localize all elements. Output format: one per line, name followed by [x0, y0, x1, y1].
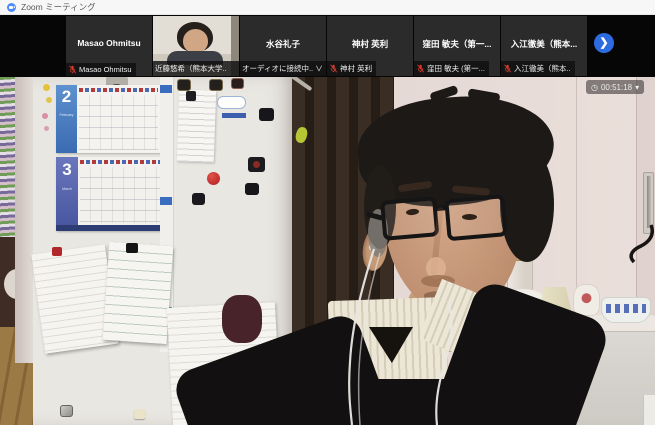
clock-icon: ◷: [591, 83, 598, 92]
calendar-footer: [56, 225, 162, 231]
white-tape-label: [217, 96, 246, 109]
eye-right: [462, 214, 477, 220]
participant-name: 神村 英利: [327, 38, 413, 50]
participant-label: 窪田 敏夫 (第一...: [414, 61, 489, 76]
title-bar: Zoom ミーティング: [0, 0, 655, 15]
red-round-magnet: [207, 172, 220, 185]
participant-tile-mizutani[interactable]: 水谷礼子 オーディオに接続中.. ∨: [240, 16, 326, 76]
calendar-month-name: February: [56, 113, 77, 117]
timer-value: 00:51:18: [601, 83, 632, 92]
main-speaker-video[interactable]: 2 February 3 March: [0, 77, 655, 425]
paper-magnet-red: [52, 247, 62, 256]
participant-tile-kamimura[interactable]: 神村 英利 神村 英利: [327, 16, 413, 76]
square-magnet: [245, 183, 259, 195]
round-magnet: [44, 126, 49, 131]
jacket-bottom: [238, 407, 568, 425]
blue-tab: [160, 197, 172, 205]
square-magnet: [177, 79, 191, 91]
calendar-grid: [79, 95, 158, 150]
muted-mic-icon: [68, 65, 77, 74]
calendar-month-number: 2: [56, 85, 77, 109]
participant-label: 近藤悠希（熊本大学..: [153, 61, 239, 76]
square-magnet: [259, 108, 274, 121]
window-title: Zoom ミーティング: [21, 1, 96, 13]
hanging-fabric: [0, 77, 16, 243]
white-door-sliver: [643, 395, 655, 425]
calendar-month-band: 3 March: [56, 157, 78, 231]
participant-filmstrip: Masao Ohmitsu Masao Ohmitsu 近藤悠希（熊本大学.. …: [0, 15, 655, 77]
muted-mic-icon: [503, 64, 512, 73]
participant-label-text: 近藤悠希（熊本大学..: [155, 63, 227, 74]
magnet-red-center: [253, 161, 260, 168]
participant-tile-kubota[interactable]: 窪田 敏夫（第一... 窪田 敏夫 (第一...: [414, 16, 500, 76]
meeting-timer-badge[interactable]: ◷ 00:51:18 ▾: [586, 80, 644, 94]
cream-magnet: [134, 409, 145, 419]
round-magnet: [43, 84, 50, 91]
calendar-month-number: 3: [56, 157, 78, 183]
calendar-grid: [80, 167, 160, 223]
door-handle: [647, 176, 651, 228]
calendar-weekday-row: [79, 88, 158, 92]
muted-mic-icon: [416, 64, 425, 73]
calendar-february: 2 February: [56, 85, 160, 153]
participant-label: 神村 英利: [327, 61, 376, 76]
list-paper: [177, 89, 216, 162]
square-magnet: [192, 193, 205, 205]
metal-magnet: [60, 405, 73, 417]
next-participants-button[interactable]: ❯: [594, 33, 614, 53]
participant-name: Masao Ohmitsu: [66, 38, 152, 48]
muted-mic-icon: [329, 64, 338, 73]
round-magnet: [46, 97, 52, 103]
pinned-paper: [103, 242, 174, 344]
participant-label: オーディオに接続中.. ∨: [240, 61, 326, 76]
paper-magnet-black: [126, 243, 138, 253]
board-side-edge: [15, 77, 35, 363]
square-magnet: [209, 79, 223, 91]
blue-label-strip: [222, 113, 246, 118]
participant-label-text: 入江徹美（熊本..: [514, 63, 571, 74]
maroon-chair: [222, 295, 262, 343]
calendar-month-band: 2 February: [56, 85, 77, 153]
audio-connecting-text: オーディオに接続中.. ∨: [242, 63, 323, 74]
participant-tile-masao-ohmitsu[interactable]: Masao Ohmitsu Masao Ohmitsu: [66, 16, 152, 76]
calendar-march: 3 March: [56, 157, 162, 231]
participant-tile-irie[interactable]: 入江徹美（熊本... 入江徹美（熊本..: [501, 16, 587, 76]
participant-tile-video[interactable]: 近藤悠希（熊本大学..: [153, 16, 239, 76]
participant-name: 水谷礼子: [240, 38, 326, 50]
participant-name: 入江徹美（熊本...: [501, 38, 587, 50]
timer-caret-icon[interactable]: ▾: [635, 83, 639, 92]
participant-label: 入江徹美（熊本..: [501, 61, 575, 76]
zoom-meeting-window: Zoom ミーティング Masao Ohmitsu Masao Ohmitsu …: [0, 0, 655, 425]
participant-name: 窪田 敏夫（第一...: [414, 38, 500, 50]
bowl-blue-pattern: [606, 304, 646, 313]
participant-label: Masao Ohmitsu: [66, 63, 136, 76]
vase-red-pattern: [579, 291, 594, 307]
calendar-weekday-row: [80, 160, 160, 164]
video-person-face: [183, 29, 208, 53]
participant-label-text: Masao Ohmitsu: [79, 65, 132, 74]
zoom-app-icon: [7, 3, 16, 12]
calendar-month-name: March: [56, 187, 78, 191]
glasses-left-lens: [380, 196, 439, 241]
participant-label-text: 神村 英利: [340, 63, 372, 74]
round-magnet: [42, 113, 48, 119]
participant-label-text: 窪田 敏夫 (第一...: [427, 63, 485, 74]
blue-tab: [160, 85, 172, 93]
square-magnet: [231, 78, 244, 89]
square-magnet: [186, 91, 196, 101]
